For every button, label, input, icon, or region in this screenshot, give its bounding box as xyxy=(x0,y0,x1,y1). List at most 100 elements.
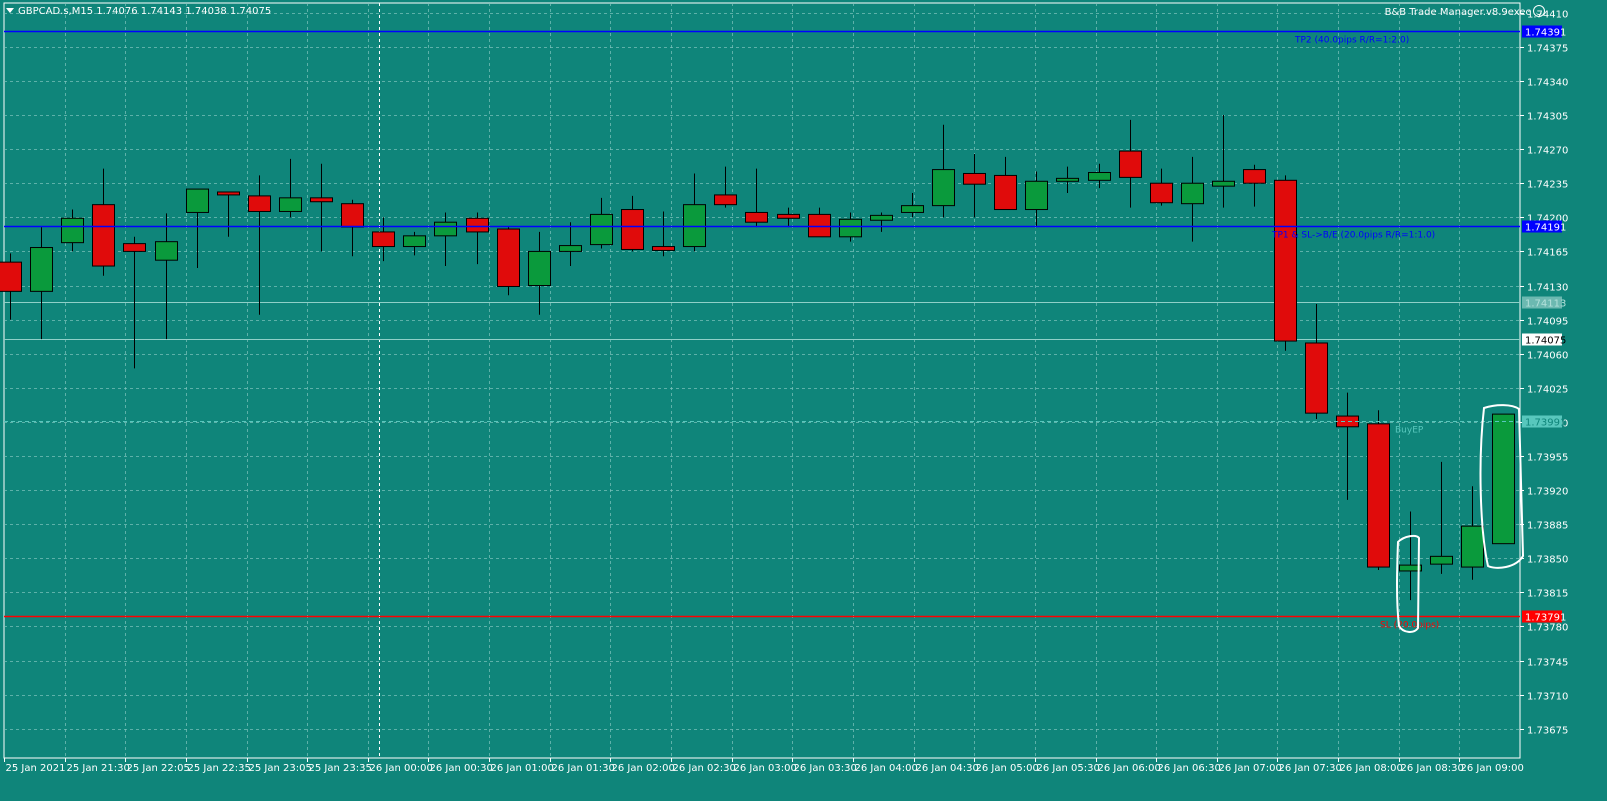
candle-body xyxy=(528,250,551,287)
candle-body xyxy=(341,203,364,228)
y-tick-label: 1.74130 xyxy=(1527,283,1568,294)
ask-price-tag-text: 1.74113 xyxy=(1525,299,1566,310)
candle-body xyxy=(1056,177,1079,182)
y-tick-label: 1.74060 xyxy=(1527,351,1568,362)
x-tick-label: 25 Jan 23:35 xyxy=(309,763,372,774)
candle-body xyxy=(1181,182,1204,205)
candle-body xyxy=(963,172,986,185)
candle-body xyxy=(0,261,22,292)
price-tag-text-tp1: 1.74191 xyxy=(1525,223,1566,234)
candle-body xyxy=(310,197,333,203)
smiley-icon xyxy=(1533,5,1545,17)
candle-body xyxy=(901,205,924,213)
x-tick-label: 25 Jan 22:35 xyxy=(188,763,251,774)
x-tick-label: 25 Jan 23:05 xyxy=(249,763,312,774)
candle-body xyxy=(1430,555,1453,565)
y-tick-label: 1.74375 xyxy=(1527,44,1568,55)
y-tick-label: 1.74235 xyxy=(1527,180,1568,191)
x-tick-label: 26 Jan 07:00 xyxy=(1219,763,1282,774)
candle-body xyxy=(217,191,240,196)
collapse-triangle-icon[interactable] xyxy=(6,8,14,13)
symbol-info-bar[interactable]: GBPCAD.s,M15 1.74076 1.74143 1.74038 1.7… xyxy=(6,5,271,19)
candle-body xyxy=(808,213,831,238)
candle-body xyxy=(123,243,146,252)
candle-body xyxy=(434,221,457,237)
level-text-entry: BuyEP xyxy=(1395,426,1424,436)
candle-body xyxy=(30,247,53,292)
y-tick-label: 1.73850 xyxy=(1527,555,1568,566)
y-tick-label: 1.74340 xyxy=(1527,78,1568,89)
candle-body xyxy=(1243,169,1266,184)
candle-body xyxy=(559,245,582,252)
y-tick-label: 1.73710 xyxy=(1527,692,1568,703)
candle-body xyxy=(92,204,115,267)
candle-body xyxy=(155,241,178,261)
symbol-info-text: GBPCAD.s,M15 1.74076 1.74143 1.74038 1.7… xyxy=(18,6,272,17)
y-tick-label: 1.74165 xyxy=(1527,248,1568,259)
level-text-tp2: TP2 (40.0pips R/R=1:2.0) xyxy=(1294,36,1409,46)
x-tick-label: 26 Jan 07:30 xyxy=(1279,763,1342,774)
candle-body xyxy=(839,218,862,238)
price-tag-text-sl: 1.73791 xyxy=(1525,613,1566,624)
candle-body xyxy=(714,194,737,206)
candle-body xyxy=(1150,182,1173,204)
candle-body xyxy=(994,174,1017,211)
x-tick-label: 26 Jan 00:00 xyxy=(370,763,433,774)
candle-body xyxy=(1492,413,1515,545)
candle-body xyxy=(1461,525,1484,568)
y-tick-label: 1.74305 xyxy=(1527,112,1568,123)
y-tick-label: 1.73955 xyxy=(1527,453,1568,464)
y-tick-label: 1.73745 xyxy=(1527,658,1568,669)
x-tick-label: 26 Jan 08:30 xyxy=(1401,763,1464,774)
candle-body xyxy=(777,213,800,219)
x-tick-label: 26 Jan 00:30 xyxy=(430,763,493,774)
candle-body xyxy=(372,231,395,248)
candle-body xyxy=(621,209,644,250)
plot-frame xyxy=(3,2,1521,759)
x-tick-label: 26 Jan 05:00 xyxy=(976,763,1039,774)
y-tick-label: 1.73885 xyxy=(1527,521,1568,532)
candle-body xyxy=(870,214,893,221)
candle-body xyxy=(652,246,675,251)
level-text-sl: SL (20.0pips) xyxy=(1380,621,1439,631)
x-tick-label: 26 Jan 03:30 xyxy=(794,763,857,774)
candle-body xyxy=(683,204,706,248)
x-tick-label: 25 Jan 21:30 xyxy=(67,763,130,774)
x-tick-label: 26 Jan 04:00 xyxy=(855,763,918,774)
candle-body xyxy=(279,197,302,212)
x-tick-label: 26 Jan 04:30 xyxy=(916,763,979,774)
expert-advisor-label: B&B Trade Manager.v8.9exec xyxy=(1385,5,1545,20)
candle-body xyxy=(1212,180,1235,187)
candle-body xyxy=(1088,172,1111,181)
level-text-tp1: TP1 & SL->B/E (20.0pips R/R=1:1.0) xyxy=(1271,231,1435,241)
candle-body xyxy=(1025,180,1048,211)
x-tick-label: 26 Jan 05:30 xyxy=(1037,763,1100,774)
x-tick-label: 26 Jan 03:00 xyxy=(734,763,797,774)
x-tick-label: 25 Jan 2021 xyxy=(6,763,66,774)
current-price-tag-text: 1.74075 xyxy=(1525,336,1566,347)
candle-body xyxy=(745,211,768,223)
trading-chart[interactable]: 1.74410 1.74375 1.74340 1.74305 1.74270 1.742… xyxy=(0,0,1607,801)
y-tick-label: 1.74270 xyxy=(1527,146,1568,157)
y-tick-label: 1.74095 xyxy=(1527,317,1568,328)
x-tick-label: 26 Jan 01:30 xyxy=(552,763,615,774)
x-tick-label: 25 Jan 22:05 xyxy=(127,763,190,774)
candle-body xyxy=(1367,423,1390,568)
chart-canvas[interactable]: 1.744101.743751.743401.743051.742701.742… xyxy=(0,0,1607,801)
candle-body xyxy=(248,195,271,212)
candle-body xyxy=(932,169,955,207)
x-tick-label: 26 Jan 06:00 xyxy=(1098,763,1161,774)
candle-body xyxy=(61,217,84,244)
price-tag-text-tp2: 1.74391 xyxy=(1525,28,1566,39)
y-tick-label: 1.73920 xyxy=(1527,487,1568,498)
price-tag-text-entry: 1.73991 xyxy=(1525,418,1566,429)
candle-body xyxy=(466,217,489,233)
x-tick-label: 26 Jan 06:30 xyxy=(1158,763,1221,774)
y-tick-label: 1.73780 xyxy=(1527,623,1568,634)
y-tick-label: 1.73675 xyxy=(1527,726,1568,737)
candle-body xyxy=(1119,150,1142,178)
candle-body xyxy=(403,235,426,248)
candle-body xyxy=(590,213,613,246)
candle-body xyxy=(186,188,209,213)
y-tick-label: 1.74025 xyxy=(1527,385,1568,396)
